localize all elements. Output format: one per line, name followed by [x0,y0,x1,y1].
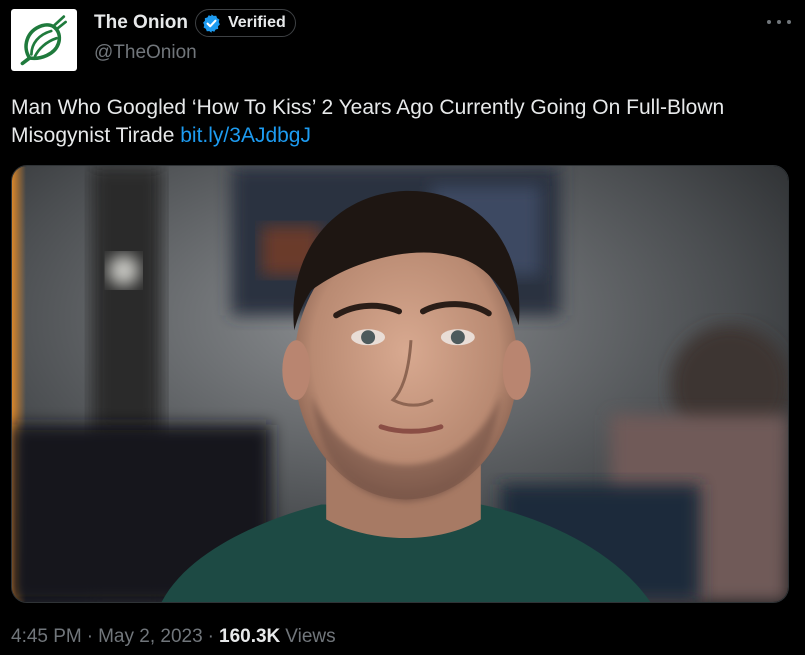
views-count: 160.3K [219,626,281,647]
more-dot [787,20,791,24]
verified-badge-icon [203,13,220,33]
separator-dot: · [86,626,94,647]
tweet-body: Man Who Googled ‘How To Kiss’ 2 Years Ag… [11,96,725,147]
tweet-card: The Onion Verified @TheOnion Man Who Goo… [0,0,805,655]
avatar[interactable] [11,9,77,71]
portrait-photo [12,166,788,602]
tweet-time[interactable]: 4:45 PM [11,626,82,648]
onion-logo-icon [20,15,67,66]
author-name-row: The Onion Verified [94,8,296,38]
tweet-media-image[interactable] [11,165,789,603]
tweet-meta: 4:45 PM · May 2, 2023 · 160.3K Views [11,626,336,648]
more-dot [767,20,771,24]
verified-label: Verified [227,14,286,31]
tweet-date[interactable]: May 2, 2023 [98,626,203,648]
more-options-icon[interactable] [767,12,791,32]
tweet-text: Man Who Googled ‘How To Kiss’ 2 Years Ag… [11,94,791,150]
views-label: Views [285,626,336,647]
display-name[interactable]: The Onion [94,12,188,34]
more-dot [777,20,781,24]
tweet-link[interactable]: bit.ly/3AJdbgJ [180,124,311,147]
separator-dot: · [207,626,214,647]
author-handle[interactable]: @TheOnion [94,42,197,64]
verified-badge[interactable]: Verified [194,9,296,37]
